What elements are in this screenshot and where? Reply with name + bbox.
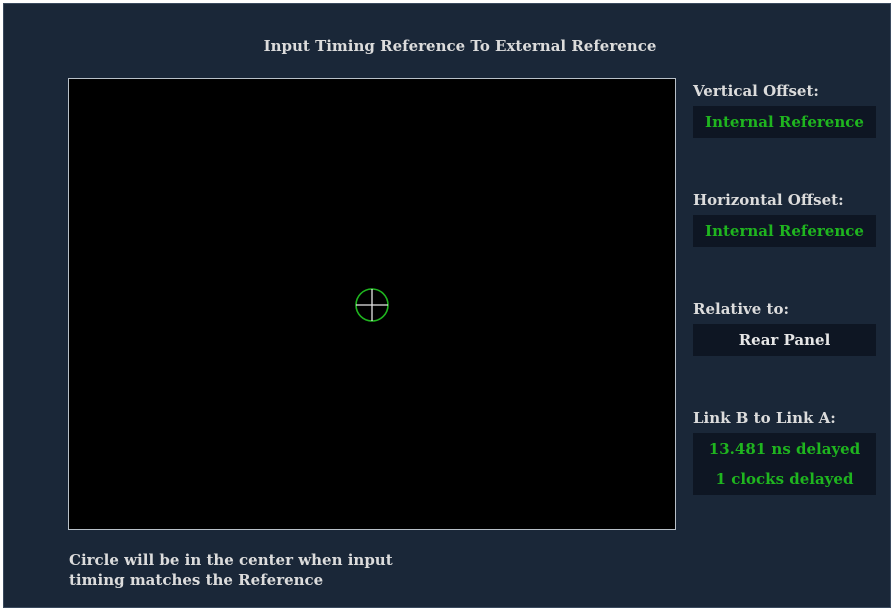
horizontal-offset-group: Horizontal Offset: Internal Reference bbox=[693, 189, 877, 247]
link-clocks-value: 1 clocks delayed bbox=[715, 470, 854, 488]
vertical-offset-label: Vertical Offset: bbox=[693, 82, 819, 100]
panel-title: Input Timing Reference To External Refer… bbox=[263, 37, 657, 55]
link-b-to-a-label: Link B to Link A: bbox=[693, 409, 836, 427]
link-b-to-a-group: Link B to Link A: 13.481 ns delayed 1 cl… bbox=[693, 407, 877, 495]
relative-to-value: Rear Panel bbox=[693, 324, 876, 356]
timing-display bbox=[68, 78, 676, 530]
relative-to-label: Relative to: bbox=[693, 300, 790, 318]
relative-to-group: Relative to: Rear Panel bbox=[693, 298, 877, 356]
note-line-2: timing matches the Reference bbox=[69, 571, 324, 589]
center-note: Circle will be in the center when input … bbox=[69, 550, 393, 590]
vertical-offset-group: Vertical Offset: Internal Reference bbox=[693, 80, 877, 138]
horizontal-offset-value: Internal Reference bbox=[693, 215, 876, 247]
note-line-1: Circle will be in the center when input bbox=[69, 551, 393, 569]
link-b-to-a-value-box: 13.481 ns delayed 1 clocks delayed bbox=[693, 433, 876, 495]
link-ns-value: 13.481 ns delayed bbox=[708, 440, 861, 458]
vertical-offset-value: Internal Reference bbox=[693, 106, 876, 138]
timing-panel: Input Timing Reference To External Refer… bbox=[3, 3, 891, 608]
horizontal-offset-label: Horizontal Offset: bbox=[693, 191, 844, 209]
crosshair-circle-icon bbox=[355, 288, 389, 322]
